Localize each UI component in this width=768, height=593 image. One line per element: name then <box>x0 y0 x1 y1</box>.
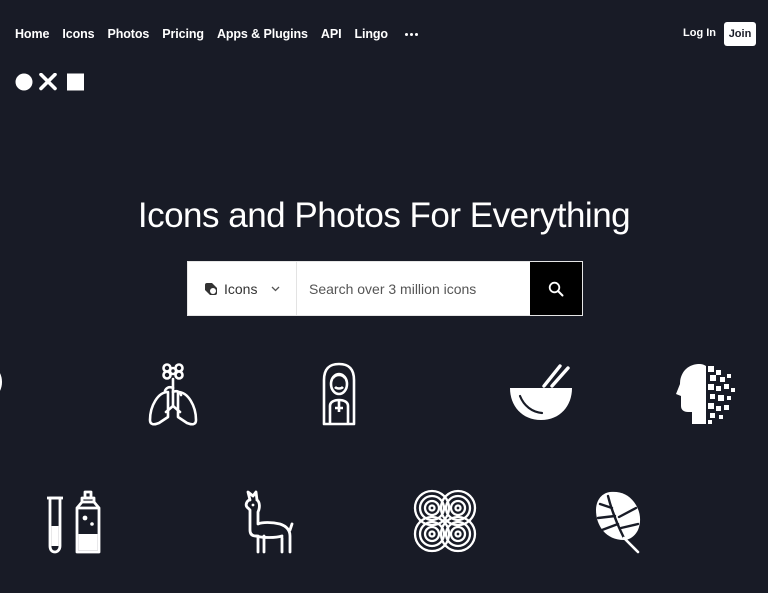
search-icon <box>548 281 564 296</box>
login-link[interactable]: Log In <box>683 27 716 39</box>
monstera-leaf-icon[interactable] <box>594 490 648 554</box>
nav-links: Home Icons Photos Pricing Apps & Plugins… <box>15 27 418 41</box>
search-type-dropdown[interactable]: Icons <box>188 262 297 315</box>
icons-type-icon <box>205 282 217 295</box>
llama-icon[interactable] <box>242 490 294 554</box>
nav-link-photos[interactable]: Photos <box>108 27 150 41</box>
lab-bottles-icon[interactable] <box>44 490 102 554</box>
nav-link-lingo[interactable]: Lingo <box>354 27 388 41</box>
more-dots-icon[interactable] <box>404 27 418 41</box>
top-nav: Home Icons Photos Pricing Apps & Plugins… <box>0 0 768 66</box>
search-input[interactable] <box>297 262 530 315</box>
nav-link-home[interactable]: Home <box>15 27 49 41</box>
nav-link-pricing[interactable]: Pricing <box>162 27 204 41</box>
hero-title: Icons and Photos For Everything <box>137 196 631 235</box>
search-type-label: Icons <box>224 280 258 297</box>
woman-portrait-icon[interactable] <box>316 362 362 426</box>
noun-project-logo[interactable] <box>15 73 87 91</box>
nav-link-api[interactable]: API <box>321 27 342 41</box>
join-button[interactable]: Join <box>724 22 756 46</box>
pixel-head-icon[interactable] <box>676 362 736 426</box>
search-bar: Icons <box>187 261 583 316</box>
search-button[interactable] <box>530 262 582 315</box>
partial-circle-icon[interactable] <box>0 360 4 404</box>
nav-link-apps-plugins[interactable]: Apps & Plugins <box>217 27 308 41</box>
chevron-down-icon <box>272 286 280 291</box>
page: Home Icons Photos Pricing Apps & Plugins… <box>0 0 768 593</box>
bowl-chopsticks-icon[interactable] <box>508 364 574 424</box>
nav-link-icons[interactable]: Icons <box>62 27 94 41</box>
knot-pattern-icon[interactable] <box>412 488 478 554</box>
lungs-flower-icon[interactable] <box>146 362 200 428</box>
